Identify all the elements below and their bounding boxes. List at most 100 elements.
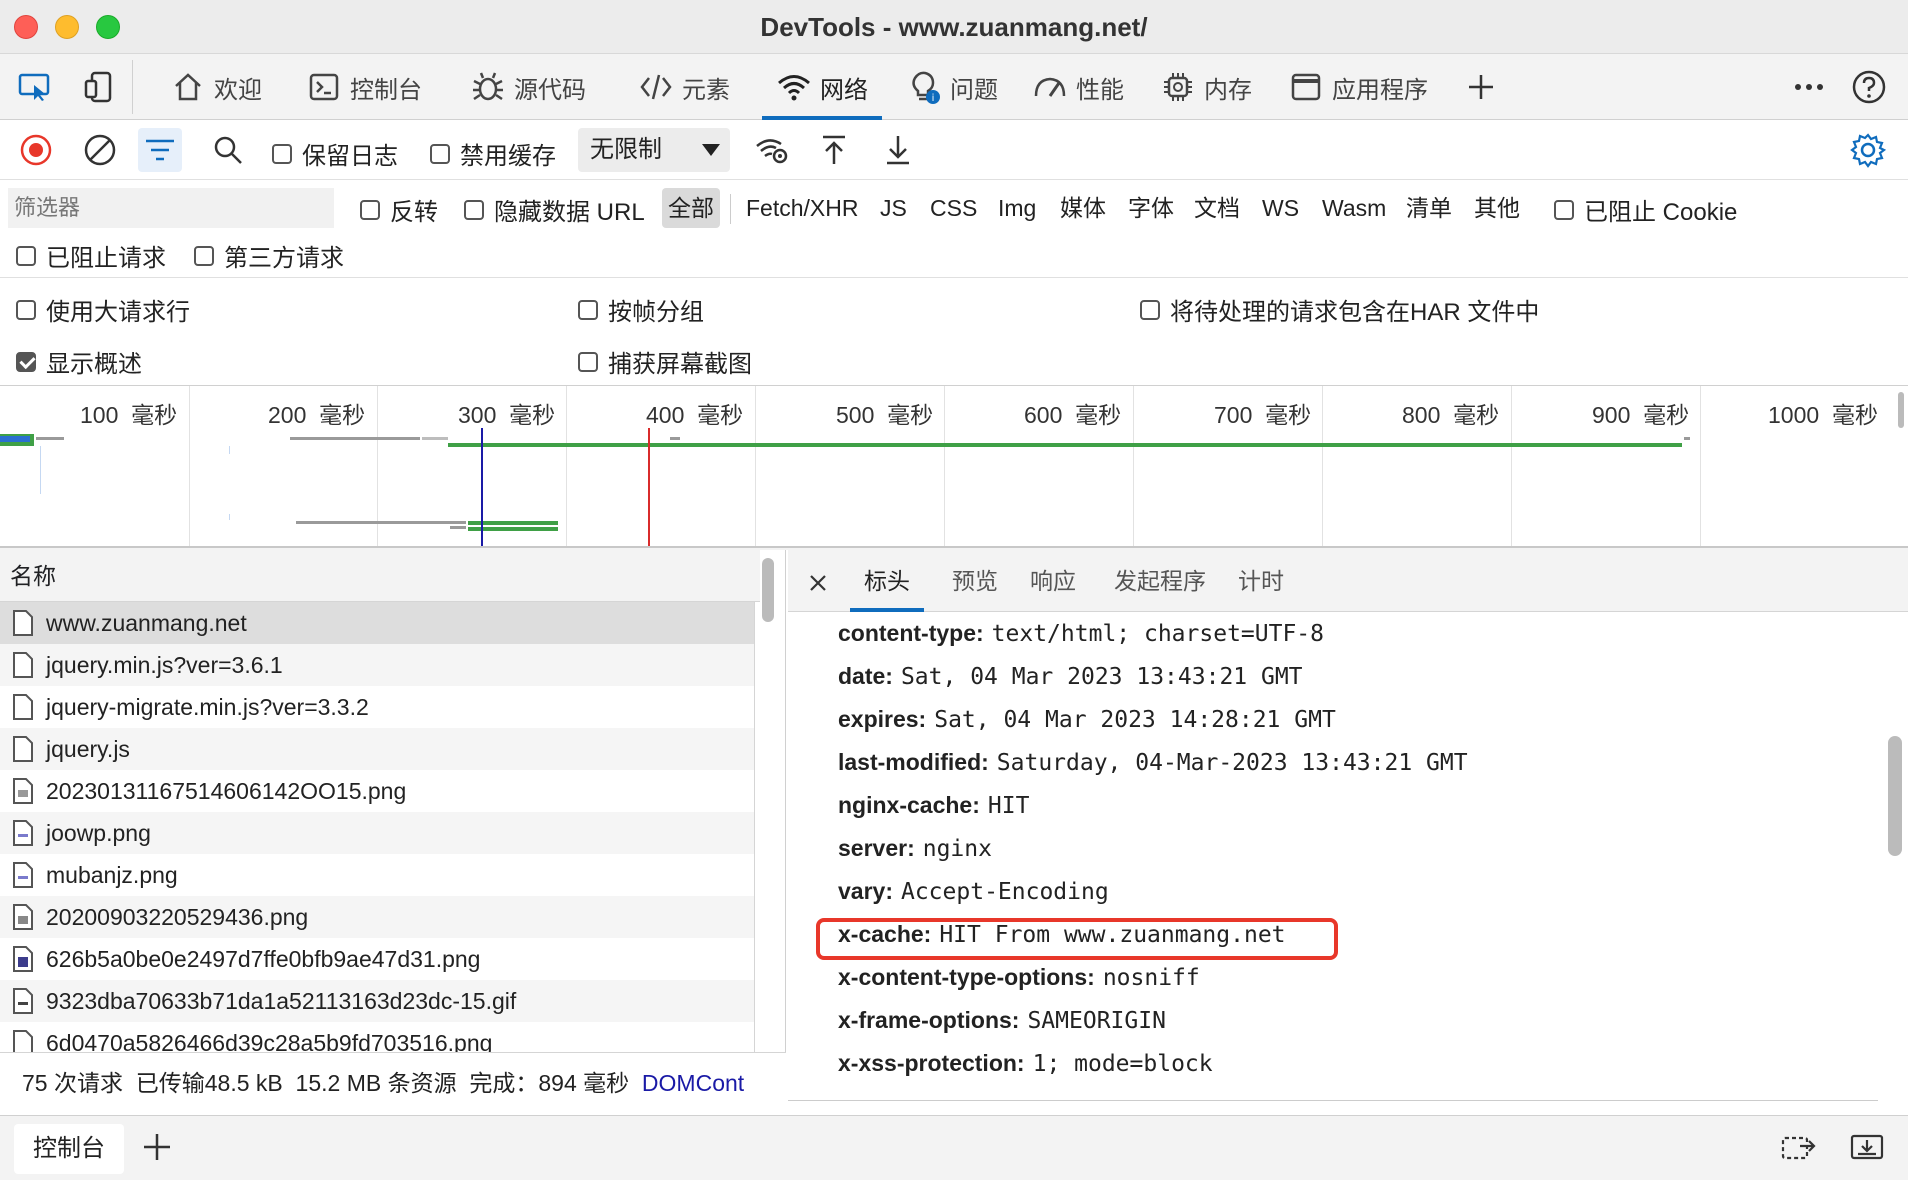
table-row[interactable]: 626b5a0be0e2497d7ffe0bfb9ae47d31.png [0,938,754,980]
type-filter-media[interactable]: 媒体 [1054,188,1112,228]
import-har-icon[interactable] [812,128,856,172]
request-name: 6d0470a5826466d39c28a5b9fd703516.png [46,1029,493,1053]
close-details-icon[interactable] [794,550,842,612]
blocked-requests-checkbox[interactable]: 已阻止请求 [16,238,166,273]
checkbox[interactable] [272,143,292,164]
filter-icon[interactable] [138,128,182,172]
window-title: DevTools - www.zuanmang.net/ [760,12,1148,42]
drawer-tab-console[interactable]: 控制台 [14,1124,124,1174]
table-row[interactable]: joowp.png [0,812,754,854]
show-overview-checkbox[interactable]: 显示概述 [16,344,142,379]
invert-checkbox[interactable]: 反转 [360,192,438,227]
add-tab-icon[interactable] [1458,64,1504,110]
table-row[interactable]: 20200903220529436.png [0,896,754,938]
checkbox[interactable] [16,351,36,372]
type-filter-js[interactable]: JS [874,188,913,228]
more-menu-icon[interactable] [1786,64,1832,110]
type-filter-other[interactable]: 其他 [1468,188,1526,228]
help-icon[interactable] [1846,64,1892,110]
filter-input[interactable]: 筛选器 [8,188,334,228]
response-headers: content-type: text/html; charset=UTF-8 da… [788,612,1878,1094]
har-pending-checkbox[interactable]: 将待处理的请求包含在HAR 文件中 [1140,292,1539,327]
tab-network[interactable]: 网络 [762,54,882,120]
type-filter-font[interactable]: 字体 [1122,188,1180,228]
resources-size: 15.2 MB 条资源 [295,1070,457,1096]
tab-headers[interactable]: 标头 [850,550,924,612]
add-drawer-tab-icon[interactable] [140,1130,174,1169]
checkbox[interactable] [194,245,214,266]
table-row[interactable]: jquery-migrate.min.js?ver=3.3.2 [0,686,754,728]
table-row[interactable]: mubanjz.png [0,854,754,896]
type-filter-css[interactable]: CSS [924,188,983,228]
type-filter-manifest[interactable]: 清单 [1400,188,1458,228]
type-filter-wasm[interactable]: Wasm [1316,188,1392,228]
checkbox[interactable] [578,351,598,372]
checkbox[interactable] [464,199,484,220]
network-conditions-icon[interactable] [750,128,794,172]
column-header-name[interactable]: 名称 [0,550,760,602]
tab-initiator[interactable]: 发起程序 [1100,550,1220,612]
table-row[interactable]: www.zuanmang.net [0,602,754,644]
record-icon[interactable] [14,128,58,172]
table-row[interactable]: jquery.min.js?ver=3.6.1 [0,644,754,686]
checkbox[interactable] [16,245,36,266]
big-request-rows-checkbox[interactable]: 使用大请求行 [16,292,190,327]
tab-issues[interactable]: i 问题 [906,54,998,120]
group-by-frame-checkbox[interactable]: 按帧分组 [578,292,704,327]
hide-data-urls-checkbox[interactable]: 隐藏数据 URL [464,192,645,227]
image-file-icon [13,904,33,930]
tab-elements[interactable]: 元素 [638,54,730,120]
request-list-scrollbar[interactable] [762,558,774,622]
network-overview[interactable]: 100 毫秒 200 毫秒 300 毫秒 400 毫秒 500 毫秒 600 毫… [0,386,1908,548]
blocked-cookies-checkbox[interactable]: 已阻止 Cookie [1554,192,1737,227]
tab-preview[interactable]: 预览 [938,550,1012,612]
third-party-checkbox[interactable]: 第三方请求 [194,238,344,273]
device-emulation-icon[interactable] [76,64,122,110]
image-file-icon [13,820,33,846]
throttling-select[interactable]: 无限制 [578,128,730,172]
tab-response[interactable]: 响应 [1016,550,1090,612]
type-filter-doc[interactable]: 文档 [1188,188,1246,228]
tab-memory[interactable]: 内存 [1160,54,1252,120]
chip-icon [1160,69,1196,105]
capture-screenshots-checkbox[interactable]: 捕获屏幕截图 [578,344,752,379]
blocked-requests-label: 已阻止请求 [46,245,166,272]
checkbox[interactable] [1140,299,1160,320]
checkbox[interactable] [430,143,450,164]
toggle-drawer-icon[interactable] [1850,1132,1884,1167]
inspect-element-icon[interactable] [12,64,58,110]
clear-icon[interactable] [78,128,122,172]
tab-timing[interactable]: 计时 [1224,550,1298,612]
tab-console[interactable]: 控制台 [306,54,422,120]
checkbox[interactable] [578,299,598,320]
har-pending-label: 将待处理的请求包含在HAR 文件中 [1170,299,1540,326]
tab-sources[interactable]: 源代码 [470,54,586,120]
search-icon[interactable] [206,128,250,172]
table-row[interactable]: 6d0470a5826466d39c28a5b9fd703516.png [0,1022,754,1052]
tab-performance[interactable]: 性能 [1032,54,1124,120]
header-value: text/html; charset=UTF-8 [991,621,1325,647]
header-row: content-type: text/html; charset=UTF-8 [838,620,1324,647]
overview-bar-doc-blue [0,436,30,442]
tab-application[interactable]: 应用程序 [1288,54,1428,120]
table-row[interactable]: 9323dba70633b71da1a52113163d23dc-15.gif [0,980,754,1022]
checkbox[interactable] [16,299,36,320]
header-value: HIT [987,793,1030,819]
tab-welcome[interactable]: 欢迎 [170,54,262,120]
export-har-icon[interactable] [876,128,920,172]
type-filter-all[interactable]: 全部 [662,188,720,228]
main-tab-bar: 欢迎 控制台 源代码 元素 网络 i 问题 性能 内存 应用程序 [0,54,1908,120]
type-filter-img[interactable]: Img [992,188,1042,228]
type-filter-ws[interactable]: WS [1256,188,1305,228]
checkbox[interactable] [1554,199,1574,220]
gear-icon[interactable] [1846,128,1890,172]
type-filter-fetch-xhr[interactable]: Fetch/XHR [740,188,864,228]
preserve-log-checkbox[interactable]: 保留日志 [272,136,398,171]
table-row[interactable]: jquery.js [0,728,754,770]
details-scrollbar[interactable] [1888,736,1902,856]
table-row[interactable]: 20230131167514606142OO15.png [0,770,754,812]
disable-cache-checkbox[interactable]: 禁用缓存 [430,136,556,171]
devtools-window: DevTools - www.zuanmang.net/ 欢迎 控制台 源代码 … [0,0,1908,1180]
checkbox[interactable] [360,199,380,220]
dock-icon[interactable] [1780,1132,1816,1167]
